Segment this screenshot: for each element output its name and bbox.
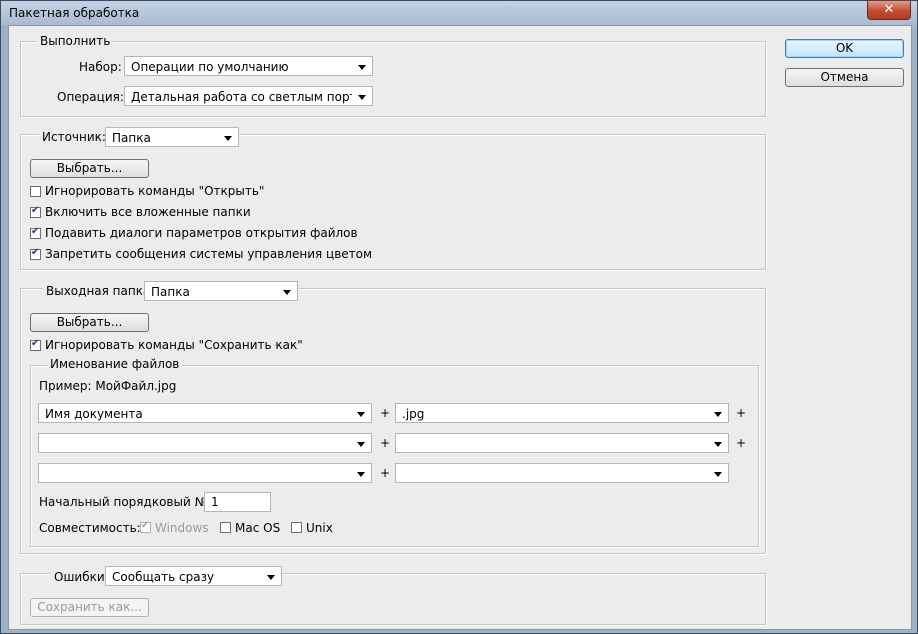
destination-select-value: Папка [151, 285, 190, 299]
suppress-color-warnings-checkbox[interactable] [30, 247, 41, 260]
chevron-down-icon [283, 290, 291, 295]
start-serial-input[interactable]: 1 [204, 492, 271, 512]
window-title: Пакетная обработка [9, 6, 140, 20]
plus-sign: + [736, 436, 747, 450]
plus-sign: + [736, 406, 747, 420]
destination-select[interactable]: Папка [144, 281, 298, 301]
chevron-down-icon [714, 472, 722, 477]
action-select[interactable]: Детальная работа со светлым портр... [124, 86, 373, 106]
chevron-down-icon [358, 95, 366, 100]
start-serial-label: Начальный порядковый №: [39, 495, 212, 509]
destination-label: Выходная папка: [43, 284, 158, 298]
dialog-client-area: OK Отмена Выполнить Набор: Операции по у… [8, 25, 912, 630]
errors-label: Ошибки: [51, 570, 112, 584]
action-select-value: Детальная работа со светлым портр... [131, 90, 352, 104]
errors-save-as-button[interactable]: Сохранить как... [30, 598, 149, 617]
source-label: Источник: [39, 130, 109, 144]
chevron-down-icon [224, 136, 232, 141]
destination-choose-button[interactable]: Выбрать... [30, 313, 149, 332]
naming-field-5[interactable] [38, 463, 372, 483]
naming-field-4[interactable] [395, 433, 729, 453]
naming-field-6[interactable] [395, 463, 729, 483]
naming-field-1-value: Имя документа [45, 407, 143, 421]
file-naming-legend: Именование файлов [47, 357, 183, 371]
set-select[interactable]: Операции по умолчанию [124, 56, 373, 76]
naming-field-2[interactable]: .jpg [395, 403, 729, 423]
override-save-as-label: Игнорировать команды "Сохранить как" [45, 338, 303, 352]
compatibility-label: Совместимость: [39, 521, 141, 535]
set-select-value: Операции по умолчанию [131, 60, 289, 74]
suppress-open-dialogs-checkbox[interactable] [30, 226, 41, 239]
chevron-down-icon [267, 575, 275, 580]
chevron-down-icon [714, 412, 722, 417]
action-label: Операция: [57, 90, 124, 104]
chevron-down-icon [714, 442, 722, 447]
errors-select-value: Сообщать сразу [112, 570, 215, 584]
compat-windows-checkbox[interactable] [140, 520, 151, 533]
compat-unix-label: Unix [306, 521, 333, 535]
suppress-open-dialogs-label: Подавить диалоги параметров открытия фай… [45, 226, 358, 240]
naming-field-3[interactable] [38, 433, 372, 453]
batch-dialog-window: Пакетная обработка ✕ OK Отмена Выполнить… [0, 0, 918, 634]
compat-unix-checkbox[interactable] [291, 522, 302, 533]
chevron-down-icon [357, 472, 365, 477]
override-save-as-checkbox[interactable] [30, 338, 41, 351]
include-subfolders-label: Включить все вложенные папки [45, 205, 251, 219]
set-label: Набор: [79, 60, 122, 74]
ignore-open-label: Игнорировать команды "Открыть" [45, 184, 265, 198]
plus-sign: + [380, 436, 391, 450]
source-select[interactable]: Папка [105, 127, 239, 147]
suppress-color-warnings-label: Запретить сообщения системы управления ц… [45, 247, 373, 261]
include-subfolders-checkbox[interactable] [30, 205, 41, 218]
cancel-button[interactable]: Отмена [785, 68, 904, 87]
compat-windows-label: Windows [155, 521, 209, 535]
errors-select[interactable]: Сообщать сразу [105, 566, 282, 586]
source-select-value: Папка [112, 131, 151, 145]
plus-sign: + [380, 406, 391, 420]
chevron-down-icon [357, 412, 365, 417]
title-bar: Пакетная обработка ✕ [1, 1, 917, 25]
compat-macos-label: Mac OS [235, 521, 281, 535]
plus-sign: + [380, 466, 391, 480]
naming-example: Пример: МойФайл.jpg [39, 379, 177, 393]
source-choose-button[interactable]: Выбрать... [30, 159, 149, 178]
naming-field-1[interactable]: Имя документа [38, 403, 372, 423]
chevron-down-icon [357, 442, 365, 447]
run-group-legend: Выполнить [37, 34, 114, 48]
chevron-down-icon [358, 65, 366, 70]
compat-macos-checkbox[interactable] [220, 522, 231, 533]
close-button[interactable]: ✕ [867, 1, 911, 20]
ok-button[interactable]: OK [785, 39, 904, 58]
ignore-open-checkbox[interactable] [30, 186, 41, 197]
naming-field-2-value: .jpg [402, 407, 425, 421]
